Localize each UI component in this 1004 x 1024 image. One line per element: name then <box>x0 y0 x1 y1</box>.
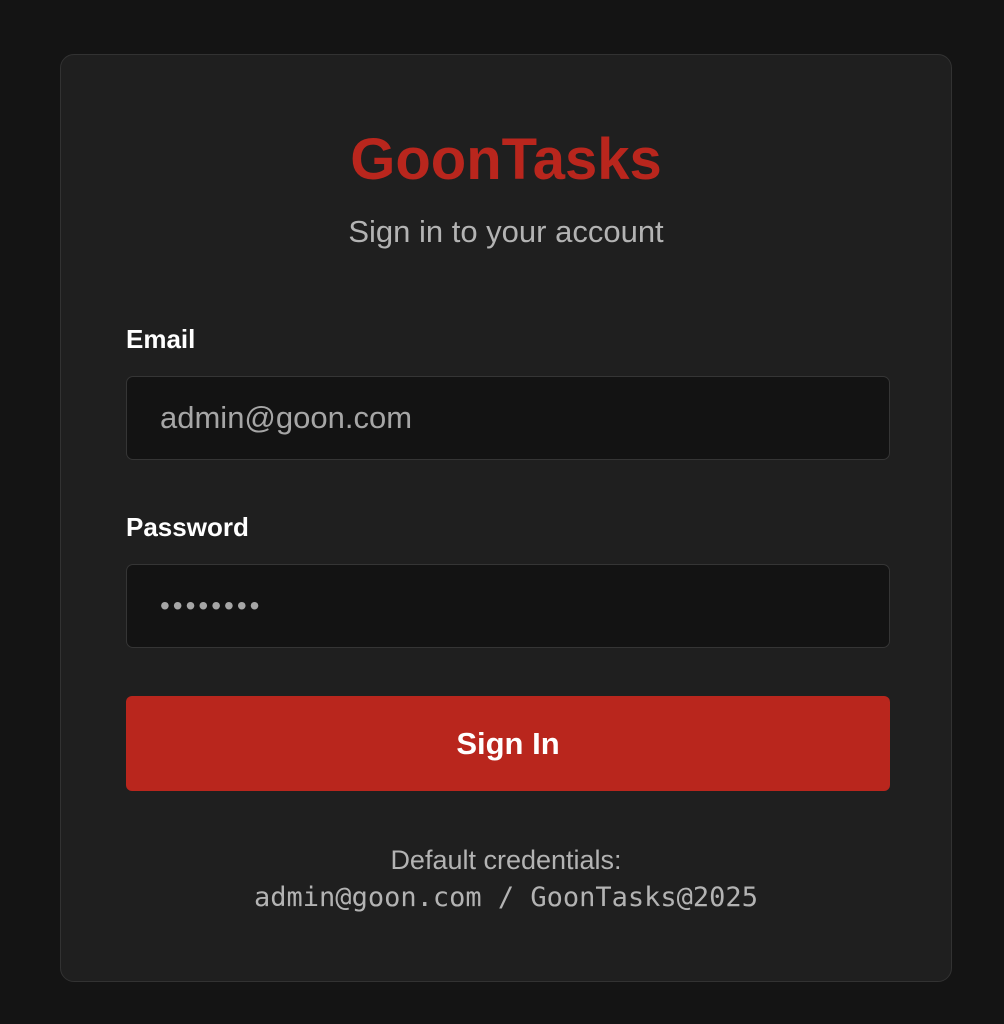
email-input[interactable] <box>126 376 890 460</box>
brand-title: GoonTasks <box>350 127 662 192</box>
default-credentials-value: admin@goon.com / GoonTasks@2025 <box>254 882 758 913</box>
default-credentials-title: Default credentials: <box>390 845 622 875</box>
password-label: Password <box>126 512 249 542</box>
login-subtitle: Sign in to your account <box>348 214 664 249</box>
email-label: Email <box>126 324 196 354</box>
sign-in-button[interactable]: Sign In <box>126 696 890 791</box>
login-card: GoonTasks Sign in to your account Email … <box>60 54 952 982</box>
password-input[interactable] <box>126 564 890 648</box>
